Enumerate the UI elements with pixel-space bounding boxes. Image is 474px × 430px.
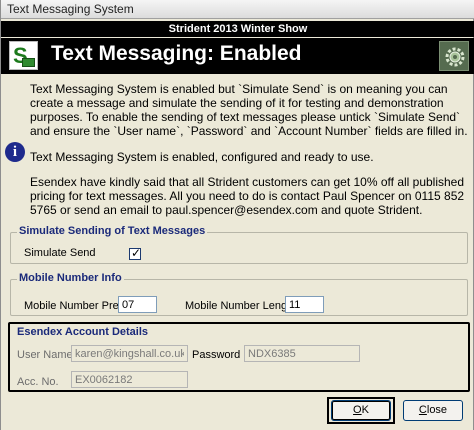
acc-no-input[interactable]	[71, 371, 188, 388]
mobile-prefix-input[interactable]	[118, 296, 157, 313]
account-details-legend: Esendex Account Details	[17, 326, 149, 338]
close-label-rest: lose	[426, 404, 448, 416]
password-input[interactable]	[244, 345, 360, 362]
text-messaging-window: Text Messaging System Strident 2013 Wint…	[0, 0, 474, 430]
title-bar[interactable]: Text Messaging System	[1, 0, 474, 19]
ok-label-rest: K	[361, 404, 369, 416]
simulate-sending-group: Simulate Sending of Text Messages Simula…	[10, 225, 468, 264]
mobile-number-group: Mobile Number Info Mobile Number Prefix …	[10, 272, 468, 316]
mobile-number-legend: Mobile Number Info	[17, 272, 124, 284]
mobile-length-input[interactable]	[285, 296, 324, 313]
password-label: Password	[192, 349, 241, 361]
username-label: User Name	[17, 349, 73, 361]
mobile-prefix-label: Mobile Number Prefix	[24, 300, 130, 312]
account-details-group: Esendex Account Details User Name Passwo…	[8, 322, 470, 392]
sms-app-icon: S	[9, 41, 38, 70]
promo-text: Esendex have kindly said that all Stride…	[30, 175, 465, 217]
close-button[interactable]: Close	[403, 400, 463, 421]
page-title: Text Messaging: Enabled	[51, 42, 302, 65]
checkmark-icon: ✓	[131, 246, 142, 260]
simulate-send-checkbox[interactable]: ✓	[129, 246, 142, 260]
mobile-length-label: Mobile Number Length	[185, 300, 297, 312]
info-icon: i	[5, 142, 25, 162]
simulate-notice-text: Text Messaging System is enabled but `Si…	[30, 82, 468, 138]
show-banner: Strident 2013 Winter Show	[1, 21, 474, 37]
close-mnemonic: C	[418, 404, 427, 416]
simulate-send-label: Simulate Send	[24, 247, 96, 259]
window-title: Text Messaging System	[7, 2, 134, 16]
header-banner: S Text Messaging: Enabled	[1, 38, 474, 74]
acc-no-label: Acc. No.	[17, 376, 59, 388]
status-text: Text Messaging System is enabled, config…	[30, 150, 374, 164]
gear-icon[interactable]	[439, 41, 469, 71]
ok-mnemonic: O	[353, 404, 362, 416]
ok-button[interactable]: OK	[331, 400, 391, 421]
simulate-sending-legend: Simulate Sending of Text Messages	[17, 225, 208, 237]
username-input[interactable]	[71, 345, 188, 362]
